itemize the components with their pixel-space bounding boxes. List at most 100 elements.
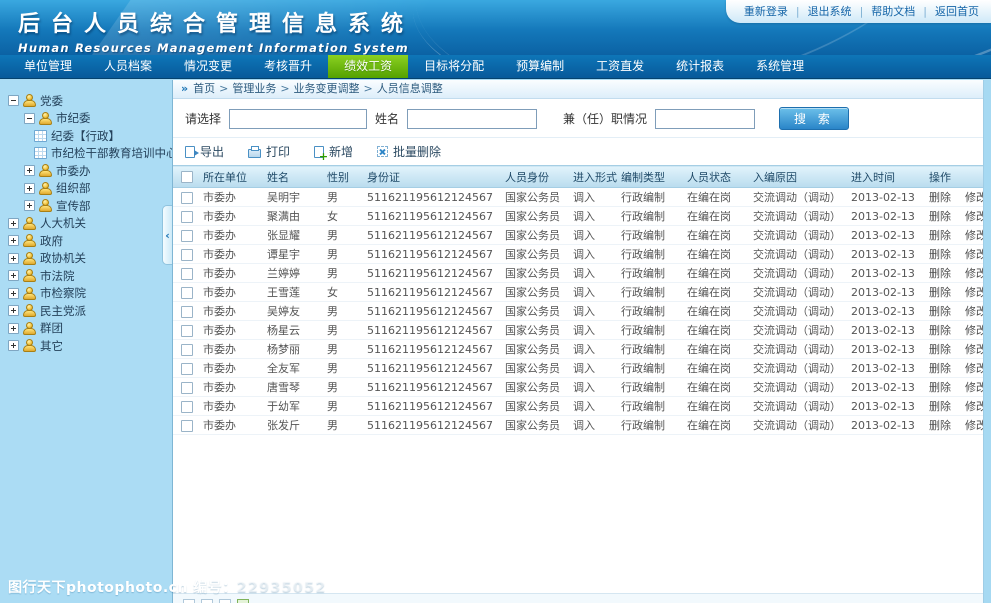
row-checkbox[interactable] [181, 401, 193, 413]
delete-link[interactable]: 删除 [929, 210, 951, 223]
breadcrumb-item-2[interactable]: 管理业务 [232, 82, 276, 95]
modify-link[interactable]: 修改 [965, 210, 983, 223]
nav-item-1[interactable]: 单位管理 [8, 55, 88, 78]
expand-icon[interactable] [24, 183, 35, 194]
tree-node[interactable]: 市纪检干部教育培训中心 [0, 145, 172, 163]
modify-link[interactable]: 修改 [965, 343, 983, 356]
nav-item-2[interactable]: 人员档案 [88, 55, 168, 78]
pager-control[interactable] [219, 599, 231, 603]
modify-link[interactable]: 修改 [965, 229, 983, 242]
tree-node[interactable]: 市法院 [0, 267, 172, 285]
pager-control[interactable] [201, 599, 213, 603]
top-link-4[interactable]: 返回首页 [935, 3, 979, 19]
tree-node[interactable]: 宣传部 [0, 197, 172, 215]
duty-input[interactable] [655, 109, 755, 129]
nav-item-4[interactable]: 考核晋升 [248, 55, 328, 78]
nav-item-9[interactable]: 统计报表 [660, 55, 740, 78]
modify-link[interactable]: 修改 [965, 191, 983, 204]
modify-link[interactable]: 修改 [965, 267, 983, 280]
add-button[interactable]: 新增 [314, 143, 353, 160]
tree-node[interactable]: 其它 [0, 337, 172, 355]
expand-icon[interactable] [24, 165, 35, 176]
top-link-3[interactable]: 帮助文档 [871, 3, 915, 19]
select-all-checkbox[interactable] [181, 171, 193, 183]
expand-icon[interactable] [24, 200, 35, 211]
tree-node[interactable]: 市委办 [0, 162, 172, 180]
modify-link[interactable]: 修改 [965, 400, 983, 413]
modify-link[interactable]: 修改 [965, 419, 983, 432]
row-checkbox[interactable] [181, 325, 193, 337]
delete-link[interactable]: 删除 [929, 324, 951, 337]
print-button[interactable]: 打印 [248, 143, 290, 160]
tree-node-label: 市法院 [40, 268, 75, 284]
row-checkbox[interactable] [181, 306, 193, 318]
delete-link[interactable]: 删除 [929, 286, 951, 299]
tree-node[interactable]: 市纪委 [0, 110, 172, 128]
tree-node[interactable]: 党委 [0, 92, 172, 110]
nav-item-5[interactable]: 绩效工资 [328, 55, 408, 78]
tree-node[interactable]: 市检察院 [0, 285, 172, 303]
row-checkbox[interactable] [181, 211, 193, 223]
row-checkbox[interactable] [181, 287, 193, 299]
row-checkbox[interactable] [181, 344, 193, 356]
delete-link[interactable]: 删除 [929, 362, 951, 375]
row-checkbox[interactable] [181, 363, 193, 375]
row-checkbox[interactable] [181, 192, 193, 204]
tree-node[interactable]: 民主党派 [0, 302, 172, 320]
delete-link[interactable]: 删除 [929, 343, 951, 356]
delete-link[interactable]: 删除 [929, 305, 951, 318]
modify-link[interactable]: 修改 [965, 248, 983, 261]
row-checkbox[interactable] [181, 420, 193, 432]
pager-control[interactable] [183, 599, 195, 603]
top-link-2[interactable]: 退出系统 [808, 3, 852, 19]
batch-delete-button[interactable]: 批量删除 [377, 143, 441, 160]
unit-select-input[interactable] [229, 109, 367, 129]
modify-link[interactable]: 修改 [965, 286, 983, 299]
row-checkbox[interactable] [181, 382, 193, 394]
tree-node[interactable]: 纪委【行政】 [0, 127, 172, 145]
modify-link[interactable]: 修改 [965, 381, 983, 394]
modify-link[interactable]: 修改 [965, 305, 983, 318]
pager-refresh-control[interactable] [237, 599, 249, 603]
delete-link[interactable]: 删除 [929, 248, 951, 261]
top-link-1[interactable]: 重新登录 [744, 3, 788, 19]
name-input[interactable] [407, 109, 537, 129]
expand-icon[interactable] [8, 253, 19, 264]
row-checkbox[interactable] [181, 268, 193, 280]
nav-item-3[interactable]: 情况变更 [168, 55, 248, 78]
expand-icon[interactable] [8, 270, 19, 281]
row-checkbox[interactable] [181, 230, 193, 242]
modify-link[interactable]: 修改 [965, 362, 983, 375]
expand-icon[interactable] [8, 340, 19, 351]
sidebar-collapse-handle[interactable]: ‹ [162, 205, 172, 265]
breadcrumb-item-3[interactable]: 业务变更调整 [294, 82, 360, 95]
modify-link[interactable]: 修改 [965, 324, 983, 337]
expand-icon[interactable] [8, 288, 19, 299]
breadcrumb-item-4[interactable]: 人员信息调整 [377, 82, 443, 95]
tree-node[interactable]: 人大机关 [0, 215, 172, 233]
delete-link[interactable]: 删除 [929, 229, 951, 242]
export-button[interactable]: 导出 [185, 143, 224, 160]
delete-link[interactable]: 删除 [929, 191, 951, 204]
expand-icon[interactable] [8, 323, 19, 334]
collapse-icon[interactable] [24, 113, 35, 124]
row-checkbox[interactable] [181, 249, 193, 261]
delete-link[interactable]: 删除 [929, 267, 951, 280]
delete-link[interactable]: 删除 [929, 381, 951, 394]
nav-item-7[interactable]: 预算编制 [500, 55, 580, 78]
breadcrumb-item-1[interactable]: 首页 [193, 82, 215, 95]
tree-node[interactable]: 政协机关 [0, 250, 172, 268]
nav-item-10[interactable]: 系统管理 [740, 55, 820, 78]
expand-icon[interactable] [8, 305, 19, 316]
tree-node[interactable]: 群团 [0, 320, 172, 338]
collapse-icon[interactable] [8, 95, 19, 106]
expand-icon[interactable] [8, 218, 19, 229]
tree-node[interactable]: 组织部 [0, 180, 172, 198]
search-button[interactable]: 搜 索 [779, 107, 849, 130]
delete-link[interactable]: 删除 [929, 419, 951, 432]
nav-item-6[interactable]: 目标将分配 [408, 55, 500, 78]
delete-link[interactable]: 删除 [929, 400, 951, 413]
tree-node[interactable]: 政府 [0, 232, 172, 250]
nav-item-8[interactable]: 工资直发 [580, 55, 660, 78]
expand-icon[interactable] [8, 235, 19, 246]
